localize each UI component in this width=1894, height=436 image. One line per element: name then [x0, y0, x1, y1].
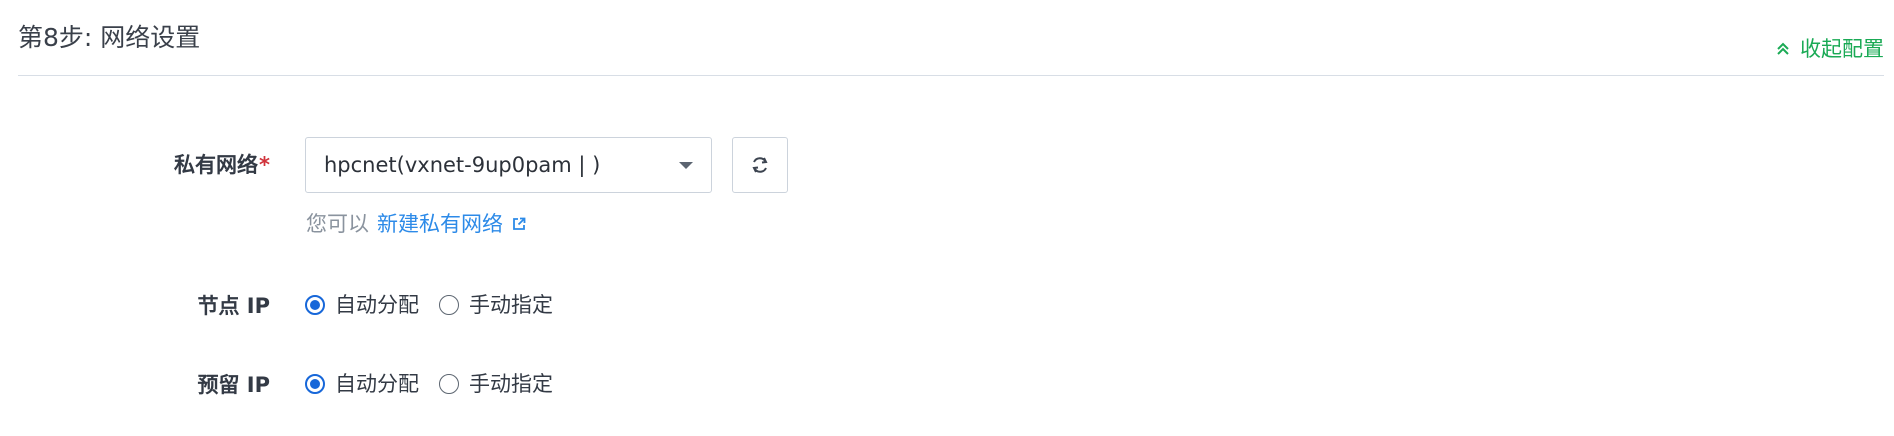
node-ip-radio-group: 自动分配 手动指定 — [305, 291, 573, 319]
radio-checked-icon[interactable] — [305, 295, 325, 315]
reserved-ip-option-manual-label: 手动指定 — [469, 372, 553, 396]
reserved-ip-label: 预留 IP — [197, 373, 270, 397]
refresh-network-button[interactable] — [732, 137, 788, 193]
private-network-label-text: 私有网络 — [174, 153, 259, 177]
private-network-select[interactable]: hpcnet(vxnet-9up0pam | ) — [305, 137, 712, 193]
radio-unchecked-icon[interactable] — [439, 374, 459, 394]
reserved-ip-radio-group: 自动分配 手动指定 — [305, 370, 573, 398]
reserved-ip-option-manual[interactable]: 手动指定 — [439, 370, 553, 398]
reserved-ip-option-auto-label: 自动分配 — [335, 372, 419, 396]
private-network-select-value: hpcnet(vxnet-9up0pam | ) — [324, 153, 601, 177]
node-ip-option-manual-label: 手动指定 — [469, 293, 553, 317]
radio-checked-icon[interactable] — [305, 374, 325, 394]
node-ip-option-auto-label: 自动分配 — [335, 293, 419, 317]
node-ip-label: 节点 IP — [197, 294, 270, 318]
node-ip-option-auto[interactable]: 自动分配 — [305, 291, 419, 319]
create-private-network-link[interactable]: 新建私有网络 — [377, 209, 503, 239]
double-chevron-up-icon — [1774, 40, 1792, 58]
collapse-config-link[interactable]: 收起配置 — [1774, 34, 1884, 64]
refresh-icon — [749, 154, 771, 176]
step-title: 第8步: 网络设置 — [18, 23, 201, 52]
step-header: 第8步: 网络设置 收起配置 — [18, 0, 1884, 76]
external-link-icon[interactable] — [503, 216, 527, 232]
required-mark: * — [259, 153, 270, 177]
create-network-hint: 您可以 新建私有网络 — [306, 209, 527, 239]
radio-unchecked-icon[interactable] — [439, 295, 459, 315]
collapse-config-label: 收起配置 — [1800, 37, 1884, 61]
private-network-label: 私有网络* — [0, 149, 270, 179]
node-ip-option-manual[interactable]: 手动指定 — [439, 291, 553, 319]
reserved-ip-option-auto[interactable]: 自动分配 — [305, 370, 419, 398]
caret-down-icon — [679, 162, 693, 169]
hint-prefix: 您可以 — [306, 212, 369, 236]
